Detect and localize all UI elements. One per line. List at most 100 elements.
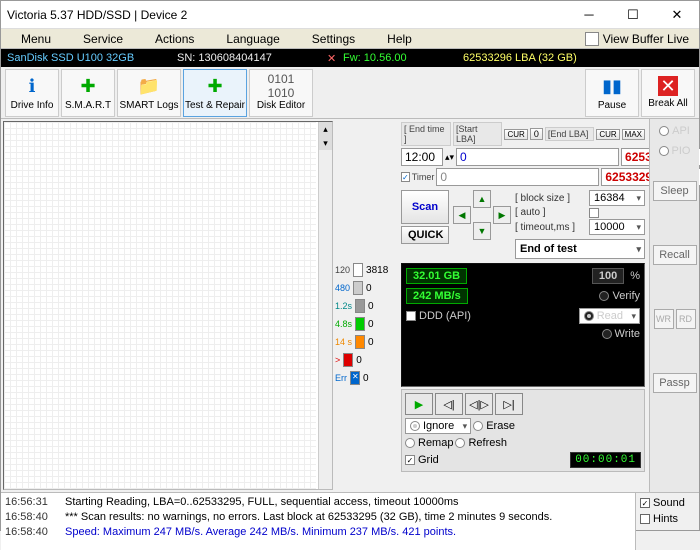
nav-down-button[interactable]: ▼ [473,222,491,240]
menu-settings[interactable]: Settings [296,30,371,48]
erase-radio[interactable]: Erase [473,420,515,432]
disk-editor-button[interactable]: 01011010Disk Editor [249,69,313,117]
pause-icon: ▮▮ [600,74,624,98]
info-icon: ℹ [20,74,44,98]
sleep-button[interactable]: Sleep [653,181,697,201]
remap-radio[interactable]: Remap [405,437,453,449]
folder-icon: 📁 [137,74,161,98]
play-button[interactable]: ▶ [405,393,433,415]
timeout-select[interactable]: 10000 [589,219,645,235]
playback-row: ▶ ◁| ◁|▷ ▷| [405,393,641,415]
serial-number: SN: 130608404147 [171,49,321,67]
close-button[interactable]: ✕ [655,1,699,29]
buffer-icon [585,32,599,46]
log-area: 16:56:31Starting Reading, LBA=0..6253329… [1,492,699,550]
speed-tag: 242 MB/s [406,288,468,304]
timeout-label: [ timeout,ms ] [515,222,587,233]
start-cur-button[interactable]: CUR [504,129,527,140]
maximize-button[interactable]: ☐ [611,1,655,29]
write-radio[interactable]: Write [602,328,640,340]
view-buffer-label: View Buffer Live [603,32,689,46]
smart-icon: ✚ [76,74,100,98]
auto-checkbox[interactable] [589,208,599,218]
menu-actions[interactable]: Actions [139,30,210,48]
wr-button[interactable]: WR [654,309,674,329]
drive-info-button[interactable]: ℹDrive Info [5,69,59,117]
test-repair-button[interactable]: ✚Test & Repair [183,69,247,117]
auto-label: [ auto ] [515,207,587,218]
main-toolbar: ℹDrive Info ✚S.M.A.R.T 📁SMART Logs ✚Test… [1,67,699,119]
nav-left-button[interactable]: ◀ [453,206,471,224]
refresh-radio[interactable]: Refresh [455,437,507,449]
menu-help[interactable]: Help [371,30,428,48]
size-tag: 32.01 GB [406,268,467,284]
main-area: ▴ ▾ 1203818 4800 1.2s0 4.8s0 14 s0 >0 Er… [1,119,699,492]
menu-menu[interactable]: Menu [5,30,67,48]
pio-radio[interactable]: PIO [659,145,691,157]
control-panel: [ End time ] [Start LBA] CUR 0 [End LBA]… [399,119,649,492]
start-lba-input[interactable] [456,148,619,166]
nav-right-button[interactable]: ▶ [493,206,511,224]
stop-icon: ✕ [658,76,678,96]
menu-service[interactable]: Service [67,30,139,48]
end-lba-label: [End LBA] [545,127,594,141]
end-max-button[interactable]: MAX [622,129,645,140]
api-radio[interactable]: API [659,125,690,137]
end-time-input[interactable] [401,148,443,166]
timer-checkbox[interactable]: ✓ [401,172,410,182]
repair-icon: ✚ [203,74,227,98]
start-zero-button[interactable]: 0 [530,128,543,140]
pct-tag: 100 [592,268,624,284]
read-radio[interactable]: Read [579,308,640,324]
titlebar: Victoria 5.37 HDD/SSD | Device 2 ─ ☐ ✕ [1,1,699,29]
minimize-button[interactable]: ─ [567,1,611,29]
legend-column: 1203818 4800 1.2s0 4.8s0 14 s0 >0 Err✕0 [335,119,399,492]
device-status-bar: SanDisk SSD U100 32GB SN: 130608404147 ✕… [1,49,699,67]
menubar: Menu Service Actions Language Settings H… [1,29,699,49]
sound-checkbox[interactable]: ✓Sound [640,497,695,509]
right-pane: API PIO Sleep Recall WR RD Passp [649,119,699,492]
editor-icon: 01011010 [269,74,293,98]
navigate-pad: ▲ ▼ ◀ ▶ [451,190,513,240]
step-back-button[interactable]: ◁| [435,393,463,415]
ignore-radio[interactable]: Ignore [405,418,471,434]
block-size-label: [ block size ] [515,193,587,204]
hints-checkbox[interactable]: Hints [640,513,695,525]
scan-surface: ▴ ▾ [3,121,333,490]
surface-scrollbar[interactable]: ▴ ▾ [318,122,332,489]
end-time-label: [ End time ] [401,122,451,146]
status-panel: 32.01 GB 100 % 242 MB/s Verify DDD (API)… [401,263,645,387]
break-all-button[interactable]: ✕Break All [641,69,695,117]
scroll-up-icon[interactable]: ▴ [319,122,332,136]
firmware: Fw: 10.56.00 [337,49,457,67]
passp-button[interactable]: Passp [653,373,697,393]
surface-grid [4,122,316,489]
lba-info: 62533296 LBA (32 GB) [457,49,699,67]
rd-button[interactable]: RD [676,309,696,329]
recall-button[interactable]: Recall [653,245,697,265]
window-title: Victoria 5.37 HDD/SSD | Device 2 [7,8,567,22]
log-text: 16:56:31Starting Reading, LBA=0..6253329… [1,493,635,550]
block-size-select[interactable]: 16384 [589,190,645,206]
smart-button[interactable]: ✚S.M.A.R.T [61,69,115,117]
scroll-down-icon[interactable]: ▾ [319,136,332,150]
timer-a-input[interactable] [436,168,599,186]
scan-button[interactable]: Scan [401,190,449,224]
spinner-icon[interactable]: ▴▾ [445,152,454,163]
end-cur-button[interactable]: CUR [596,129,619,140]
menu-language[interactable]: Language [210,30,295,48]
end-of-test-select[interactable]: End of test [515,239,645,259]
step-both-button[interactable]: ◁|▷ [465,393,493,415]
smart-logs-button[interactable]: 📁SMART Logs [117,69,181,117]
pause-button[interactable]: ▮▮Pause [585,69,639,117]
verify-radio[interactable]: Verify [599,290,640,302]
grid-checkbox[interactable]: ✓Grid [405,454,439,466]
ddd-checkbox[interactable]: DDD (API) [406,310,471,322]
close-device-icon[interactable]: ✕ [321,49,337,67]
view-buffer-live[interactable]: View Buffer Live [585,32,695,46]
elapsed-counter: 00:00:01 [570,452,641,468]
step-fwd-button[interactable]: ▷| [495,393,523,415]
timer-label: Timer [412,172,435,182]
nav-up-button[interactable]: ▲ [473,190,491,208]
quick-button[interactable]: QUICK [401,226,449,244]
